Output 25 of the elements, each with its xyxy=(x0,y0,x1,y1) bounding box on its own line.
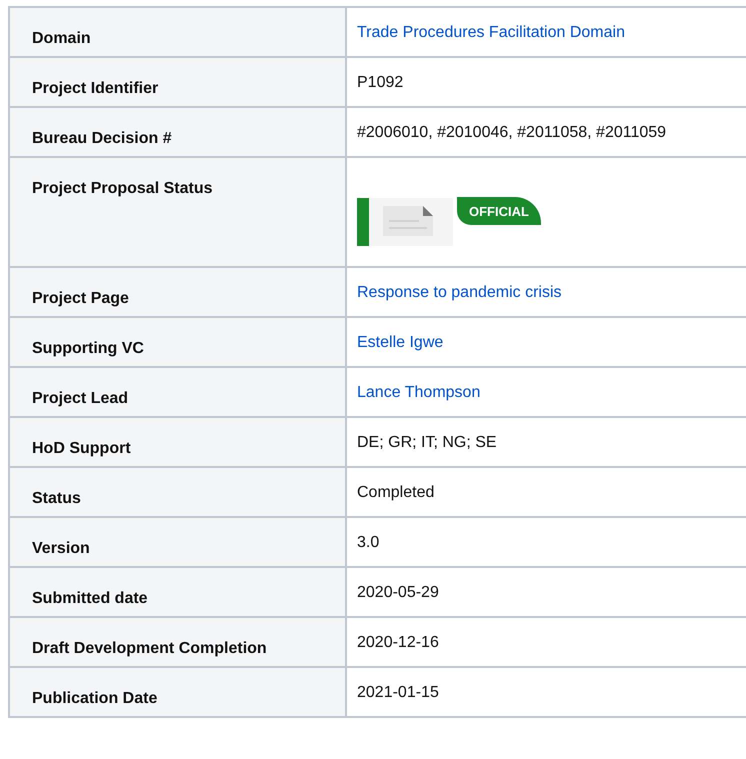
value-link[interactable]: Response to pandemic crisis xyxy=(357,284,562,301)
field-value: DE; GR; IT; NG; SE xyxy=(357,434,497,451)
field-value: 2021-01-15 xyxy=(357,684,439,701)
field-value: 3.0 xyxy=(357,534,380,551)
value-link[interactable]: Lance Thompson xyxy=(357,384,480,401)
field-value: 2020-12-16 xyxy=(357,634,439,651)
status-lozenge: OFFICIAL xyxy=(457,197,541,225)
field-label: Project Page xyxy=(9,267,346,317)
field-value: P1092 xyxy=(357,74,404,91)
field-label: Project Proposal Status xyxy=(9,157,346,267)
field-label: HoD Support xyxy=(9,417,346,467)
field-label: Version xyxy=(9,517,346,567)
field-label: Domain xyxy=(9,7,346,57)
field-label: Project Lead xyxy=(9,367,346,417)
field-label: Publication Date xyxy=(9,667,346,717)
field-label: Draft Development Completion xyxy=(9,617,346,667)
field-value: 2020-05-29 xyxy=(357,584,439,601)
value-link[interactable]: Estelle Igwe xyxy=(357,334,444,351)
field-label: Project Identifier xyxy=(9,57,346,107)
field-value: #2006010, #2010046, #2011058, #2011059 xyxy=(357,124,666,141)
field-label: Status xyxy=(9,467,346,517)
field-label: Submitted date xyxy=(9,567,346,617)
field-value: Completed xyxy=(357,484,434,501)
field-label: Supporting VC xyxy=(9,317,346,367)
field-label: Bureau Decision # xyxy=(9,107,346,157)
